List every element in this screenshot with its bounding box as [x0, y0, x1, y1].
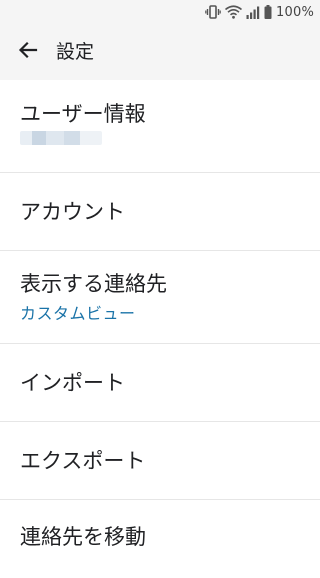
signal-icon — [246, 6, 260, 19]
redacted-user-name — [20, 131, 102, 145]
settings-item-label: ユーザー情報 — [20, 102, 146, 126]
battery-percent: 100% — [276, 4, 314, 20]
status-bar: 100% — [0, 0, 320, 24]
arrow-back-icon — [18, 40, 38, 64]
vibrate-icon — [205, 5, 221, 19]
settings-item-user-info[interactable]: ユーザー情報 — [0, 80, 320, 173]
settings-item-label: 連絡先を移動 — [20, 525, 146, 549]
settings-item-sublabel: カスタムビュー — [20, 304, 136, 323]
settings-item-account[interactable]: アカウント — [0, 173, 320, 251]
status-icons: 100% — [205, 3, 314, 21]
settings-item-export[interactable]: エクスポート — [0, 422, 320, 500]
page-title: 設定 — [56, 41, 95, 63]
app-bar: 設定 — [0, 24, 320, 80]
settings-item-label: アカウント — [20, 200, 125, 224]
settings-item-label: エクスポート — [20, 449, 146, 473]
settings-item-label: 表示する連絡先 — [20, 272, 167, 296]
settings-list: ユーザー情報 アカウント 表示する連絡先 カスタムビュー インポート エクスポー… — [0, 80, 320, 578]
settings-item-label: インポート — [20, 371, 125, 395]
battery-icon — [264, 5, 272, 19]
settings-item-import[interactable]: インポート — [0, 344, 320, 422]
wifi-icon — [225, 5, 243, 19]
back-button[interactable] — [8, 32, 48, 72]
settings-item-move-contacts[interactable]: 連絡先を移動 — [0, 500, 320, 578]
settings-item-display-contacts[interactable]: 表示する連絡先 カスタムビュー — [0, 251, 320, 344]
